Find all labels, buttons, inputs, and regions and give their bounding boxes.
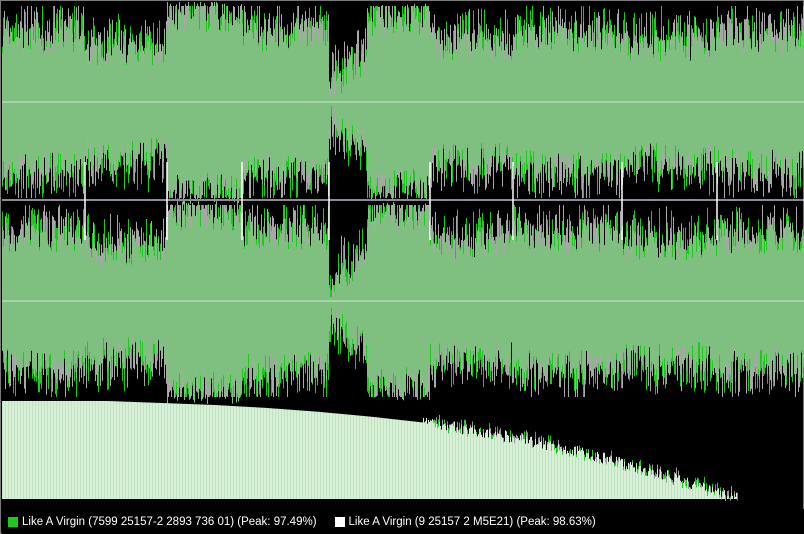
legend-swatch-white-icon	[334, 516, 345, 527]
legend-track-a-label: Like A Virgin (7599 25157-2 2893 736 01)…	[22, 515, 317, 528]
peak-distribution-histogram	[2, 401, 738, 501]
legend-track-b: Like A Virgin (9 25157 2 M5E21) (Peak: 9…	[331, 516, 596, 528]
legend-swatch-green-icon	[8, 516, 18, 527]
legend-track-b-label: Like A Virgin (9 25157 2 M5E21) (Peak: 9…	[348, 515, 596, 528]
legend-track-a: Like A Virgin (7599 25157-2 2893 736 01)…	[4, 516, 317, 528]
channel-left-waveform	[2, 2, 804, 205]
waveform-canvas[interactable]	[2, 2, 804, 509]
channel-right-waveform	[2, 198, 804, 405]
waveform-viewer: Like A Virgin (7599 25157-2 2893 736 01)…	[0, 0, 804, 534]
status-bar: Like A Virgin (7599 25157-2 2893 736 01)…	[2, 509, 804, 534]
